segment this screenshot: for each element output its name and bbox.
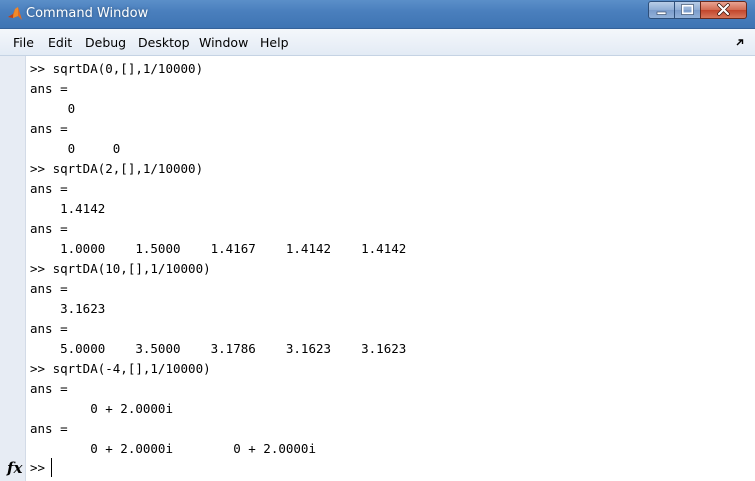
maximize-icon [681,4,694,15]
menu-desktop[interactable]: Desktop [138,35,190,50]
undock-arrow-icon[interactable] [735,37,745,47]
output-line: ans = [30,221,68,236]
command-gutter [0,56,26,481]
minimize-icon [656,11,667,15]
menu-edit[interactable]: Edit [48,35,72,50]
command-prompt: >> [30,460,46,475]
output-line: ans = [30,381,68,396]
output-line: ans = [30,181,68,196]
output-line: 0 + 2.0000i 0 + 2.0000i [30,441,316,456]
command-line: >> sqrtDA(10,[],1/10000) [30,261,211,276]
close-button[interactable] [700,1,747,19]
close-icon [717,3,730,16]
output-line: ans = [30,81,68,96]
output-line: ans = [30,421,68,436]
window-title: Command Window [26,6,149,21]
maximize-button[interactable] [674,1,701,19]
matlab-logo-icon [8,7,22,20]
command-line: >> sqrtDA(0,[],1/10000) [30,61,204,76]
output-line: ans = [30,281,68,296]
menu-bar: File Edit Debug Desktop Window Help [0,29,755,56]
text-caret[interactable] [51,458,52,477]
title-bar[interactable]: Command Window [0,0,755,29]
menu-debug[interactable]: Debug [85,35,126,50]
matlab-command-window: Command Window File Edit Debug Desktop W… [0,0,755,481]
output-line: 1.4142 [30,201,106,216]
command-line: >> sqrtDA(-4,[],1/10000) [30,361,211,376]
fx-icon[interactable]: fx [7,459,25,477]
output-line: 1.0000 1.5000 1.4167 1.4142 1.4142 [30,241,407,256]
menu-file[interactable]: File [13,35,34,50]
output-line: 3.1623 [30,301,106,316]
menu-window[interactable]: Window [199,35,248,50]
minimize-button[interactable] [648,1,675,19]
command-line: >> sqrtDA(2,[],1/10000) [30,161,204,176]
output-line: 0 0 [30,141,121,156]
output-line: 0 [30,101,76,116]
output-line: 5.0000 3.5000 3.1786 3.1623 3.1623 [30,341,407,356]
output-line: ans = [30,121,68,136]
output-line: 0 + 2.0000i [30,401,173,416]
menu-help[interactable]: Help [260,35,289,50]
output-line: ans = [30,321,68,336]
